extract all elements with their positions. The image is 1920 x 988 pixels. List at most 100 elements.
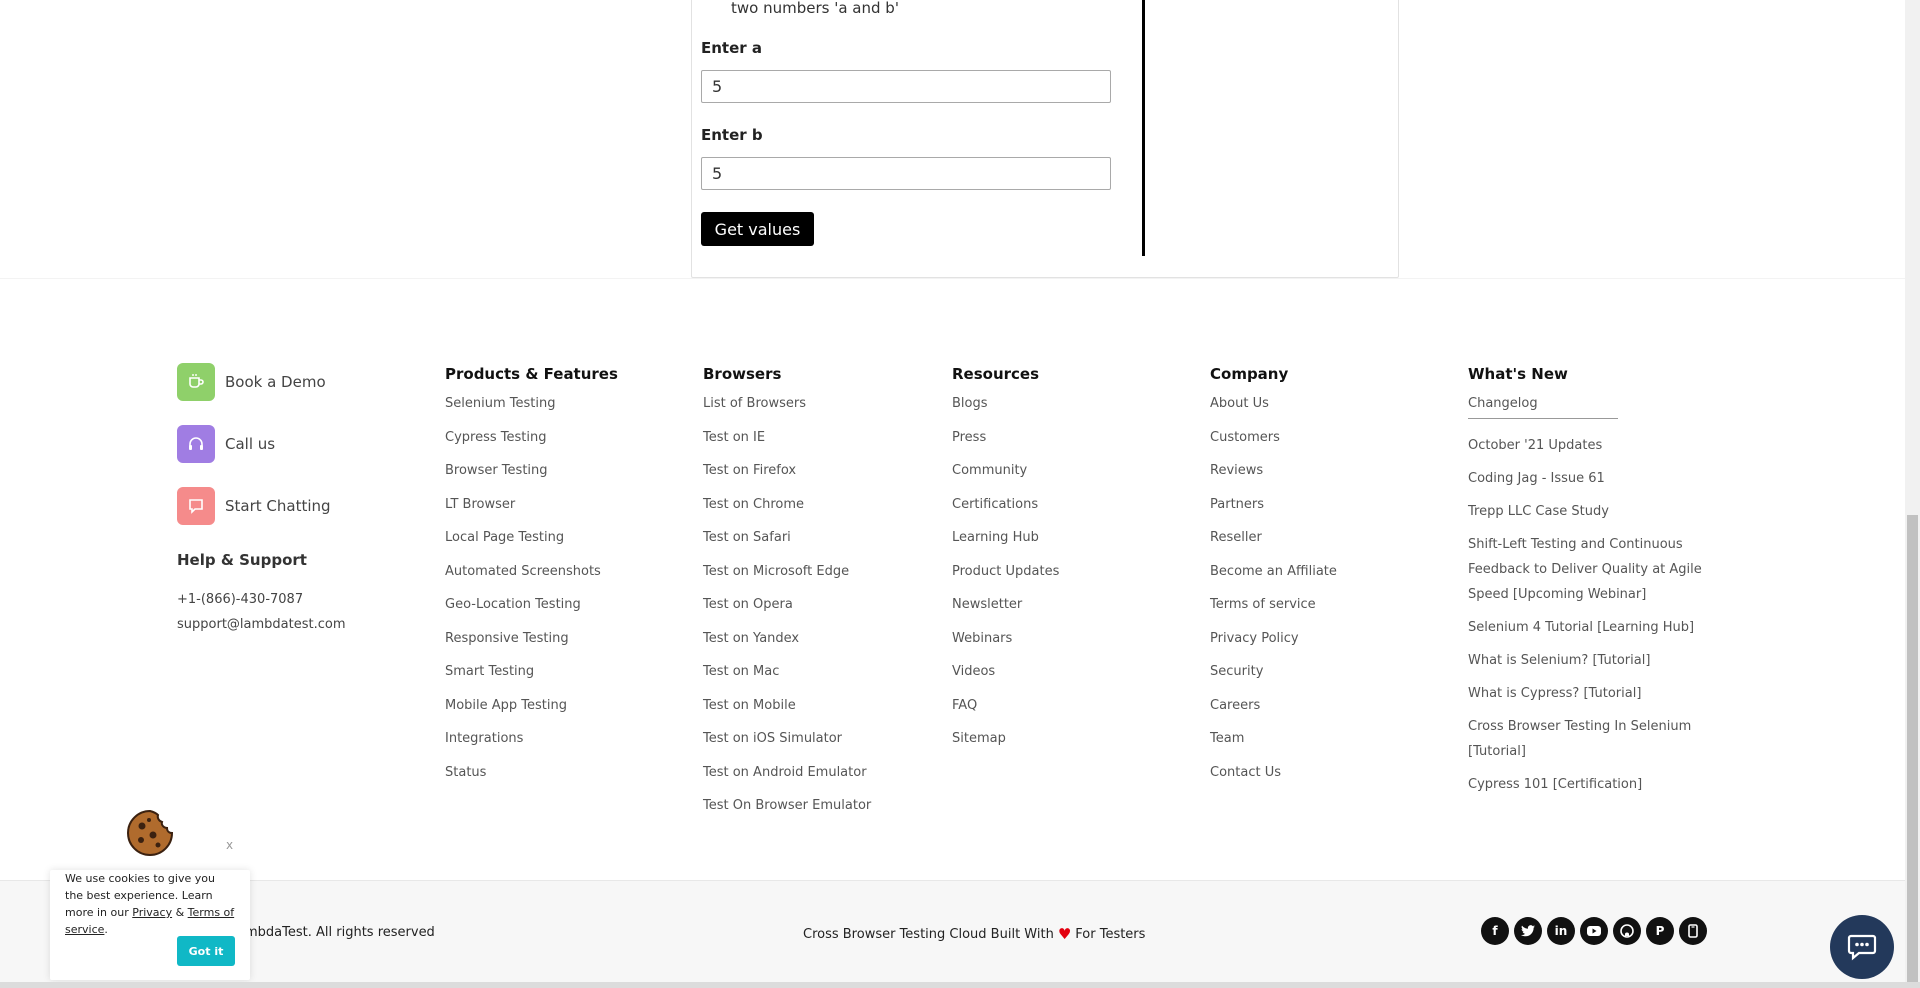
company-item-link[interactable]: Customers xyxy=(1210,428,1337,462)
book-demo-label: Book a Demo xyxy=(225,373,326,391)
get-values-button[interactable]: Get values xyxy=(701,212,814,246)
company-item-link[interactable]: Terms of service xyxy=(1210,595,1337,629)
products-item-link[interactable]: Browser Testing xyxy=(445,461,618,495)
whats-new-item-link[interactable]: Cypress 101 [Certification] xyxy=(1468,772,1708,797)
vertical-divider xyxy=(1142,0,1145,256)
browsers-item-link[interactable]: Test on IE xyxy=(703,428,871,462)
company-item-link[interactable]: Reseller xyxy=(1210,528,1337,562)
github-icon[interactable] xyxy=(1613,917,1641,945)
resources-item-link[interactable]: Videos xyxy=(952,662,1059,696)
browsers-item-link[interactable]: Test On Browser Emulator xyxy=(703,796,871,830)
whats-new-item-link[interactable]: Shift-Left Testing and Continuous Feedba… xyxy=(1468,532,1708,607)
book-demo-link[interactable]: Book a Demo xyxy=(177,363,326,401)
company-item-link[interactable]: Partners xyxy=(1210,495,1337,529)
products-item-link[interactable]: Automated Screenshots xyxy=(445,562,618,596)
company-item-link[interactable]: Careers xyxy=(1210,696,1337,730)
company-item-link[interactable]: About Us xyxy=(1210,394,1337,428)
resources-item-link[interactable]: Learning Hub xyxy=(952,528,1059,562)
browsers-item-link[interactable]: Test on Mobile xyxy=(703,696,871,730)
products-item-link[interactable]: Local Page Testing xyxy=(445,528,618,562)
page-scrollbar[interactable] xyxy=(1905,0,1920,988)
resources-item-link[interactable]: FAQ xyxy=(952,696,1059,730)
browsers-item-link[interactable]: Test on Android Emulator xyxy=(703,763,871,797)
resources-item-link[interactable]: Newsletter xyxy=(952,595,1059,629)
resources-item-link[interactable]: Press xyxy=(952,428,1059,462)
whats-new-item-link[interactable]: Cross Browser Testing In Selenium [Tutor… xyxy=(1468,714,1708,764)
company-item-link[interactable]: Security xyxy=(1210,662,1337,696)
cookie-amp: & xyxy=(175,906,185,919)
email-link[interactable]: support@lambdatest.com xyxy=(177,617,346,632)
resources-title: Resources xyxy=(952,365,1040,383)
resources-item-link[interactable]: Sitemap xyxy=(952,729,1059,763)
twitter-icon[interactable] xyxy=(1514,917,1542,945)
products-item-link[interactable]: LT Browser xyxy=(445,495,618,529)
browsers-item-link[interactable]: Test on Yandex xyxy=(703,629,871,663)
whats-new-item-link[interactable]: Trepp LLC Case Study xyxy=(1468,499,1708,524)
products-item-link[interactable]: Mobile App Testing xyxy=(445,696,618,730)
products-title: Products & Features xyxy=(445,365,618,383)
products-list: Selenium Testing Cypress Testing Browser T… xyxy=(445,394,618,796)
cookie-period: . xyxy=(104,923,108,936)
tagline: Cross Browser Testing Cloud Built With ♥… xyxy=(803,925,1145,943)
call-us-label: Call us xyxy=(225,435,276,453)
whats-new-item-link[interactable]: October '21 Updates xyxy=(1468,433,1708,458)
input-b[interactable] xyxy=(701,157,1111,190)
browsers-list: List of Browsers Test on IE Test on Firefo… xyxy=(703,394,871,830)
products-item-link[interactable]: Cypress Testing xyxy=(445,428,618,462)
browsers-item-link[interactable]: Test on Mac xyxy=(703,662,871,696)
products-item-link[interactable]: Smart Testing xyxy=(445,662,618,696)
resources-item-link[interactable]: Community xyxy=(952,461,1059,495)
whats-new-item-link[interactable]: What is Cypress? [Tutorial] xyxy=(1468,681,1708,706)
input-a[interactable] xyxy=(701,70,1111,103)
facebook-icon[interactable]: f xyxy=(1481,917,1509,945)
chat-widget-button[interactable] xyxy=(1830,915,1894,979)
chat-square-icon xyxy=(177,487,215,525)
cookie-close-button[interactable]: x xyxy=(226,838,233,852)
call-us-link[interactable]: Call us xyxy=(177,425,275,463)
linkedin-icon[interactable]: in xyxy=(1547,917,1575,945)
tagline-before: Cross Browser Testing Cloud Built With xyxy=(803,926,1054,942)
phone-link[interactable]: +1-(866)-430-7087 xyxy=(177,592,303,607)
label-a: Enter a xyxy=(701,39,763,57)
whats-new-column: What's New Changelog October '21 Updates… xyxy=(1468,364,1708,805)
resources-item-link[interactable]: Product Updates xyxy=(952,562,1059,596)
whats-new-item-link[interactable]: Selenium 4 Tutorial [Learning Hub] xyxy=(1468,615,1708,640)
products-item-link[interactable]: Responsive Testing xyxy=(445,629,618,663)
whats-new-item-link[interactable]: Coding Jag - Issue 61 xyxy=(1468,466,1708,491)
whats-new-item-link[interactable]: What is Selenium? [Tutorial] xyxy=(1468,648,1708,673)
products-item-link[interactable]: Status xyxy=(445,763,618,797)
chat-bubble-icon xyxy=(1847,934,1877,961)
mobile-app-icon[interactable] xyxy=(1679,917,1707,945)
browsers-column: Browsers List of Browsers Test on IE Test … xyxy=(703,364,871,830)
browsers-item-link[interactable]: Test on Safari xyxy=(703,528,871,562)
company-item-link[interactable]: Become an Affiliate xyxy=(1210,562,1337,596)
label-b: Enter b xyxy=(701,126,763,144)
browsers-item-link[interactable]: Test on iOS Simulator xyxy=(703,729,871,763)
browsers-item-link[interactable]: Test on Opera xyxy=(703,595,871,629)
products-item-link[interactable]: Geo-Location Testing xyxy=(445,595,618,629)
resources-item-link[interactable]: Blogs xyxy=(952,394,1059,428)
changelog-link[interactable]: Changelog xyxy=(1468,394,1618,419)
products-item-link[interactable]: Selenium Testing xyxy=(445,394,618,428)
products-column: Products & Features Selenium Testing Cypr… xyxy=(445,364,618,796)
company-item-link[interactable]: Team xyxy=(1210,729,1337,763)
company-item-link[interactable]: Reviews xyxy=(1210,461,1337,495)
resources-item-link[interactable]: Certifications xyxy=(952,495,1059,529)
resources-list: Blogs Press Community Certifications Learnin… xyxy=(952,394,1059,763)
start-chatting-link[interactable]: Start Chatting xyxy=(177,487,331,525)
youtube-icon[interactable] xyxy=(1580,917,1608,945)
scrollbar-thumb[interactable] xyxy=(1907,515,1918,983)
pinterest-icon[interactable]: P xyxy=(1646,917,1674,945)
products-item-link[interactable]: Integrations xyxy=(445,729,618,763)
cookie-accept-button[interactable]: Got it xyxy=(177,936,235,966)
browsers-item-link[interactable]: Test on Microsoft Edge xyxy=(703,562,871,596)
tagline-after: For Testers xyxy=(1075,926,1146,942)
browsers-item-link[interactable]: List of Browsers xyxy=(703,394,871,428)
help-support-title: Help & Support xyxy=(177,551,307,569)
company-item-link[interactable]: Contact Us xyxy=(1210,763,1337,797)
privacy-link[interactable]: Privacy xyxy=(132,906,172,919)
company-item-link[interactable]: Privacy Policy xyxy=(1210,629,1337,663)
resources-item-link[interactable]: Webinars xyxy=(952,629,1059,663)
browsers-item-link[interactable]: Test on Chrome xyxy=(703,495,871,529)
browsers-item-link[interactable]: Test on Firefox xyxy=(703,461,871,495)
